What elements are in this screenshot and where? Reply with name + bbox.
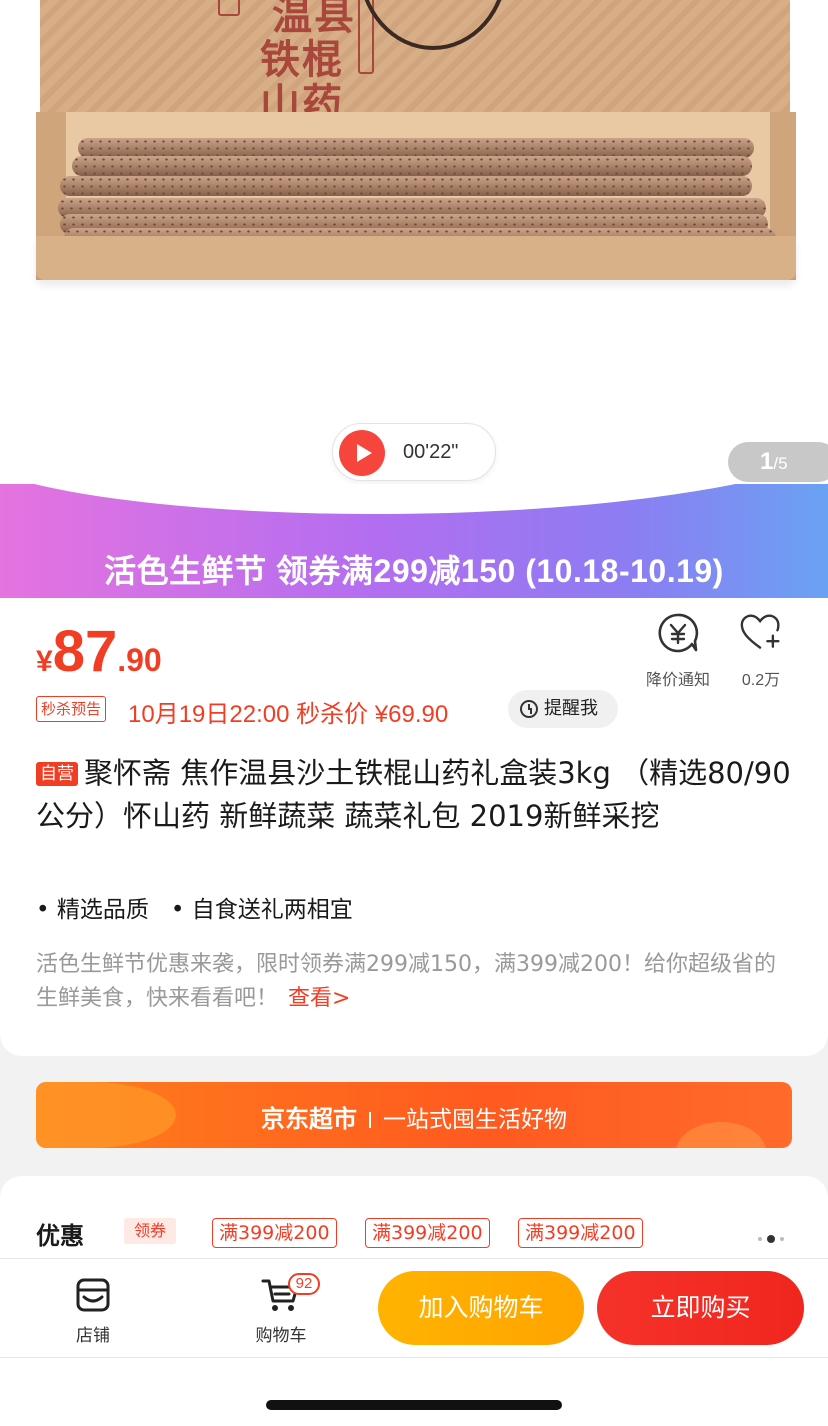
product-title: 自营 聚怀斋 焦作温县沙土铁棍山药礼盒装3kg （精选80/90公分）怀山药 新鲜… (36, 752, 792, 838)
promo-wave-decoration (0, 484, 828, 514)
coupon-chip[interactable]: 满399减200 (518, 1218, 643, 1248)
promo-description-text: 活色生鲜节优惠来袭，限时领券满299减150，满399减200！给你超级省的生鲜… (36, 952, 776, 1011)
offers-title: 优惠 (36, 1222, 84, 1250)
jd-supermarket-brand: 京东超市 (261, 1105, 357, 1133)
coupon-chip[interactable]: 满399减200 (365, 1218, 490, 1248)
price-drop-notify-button[interactable]: 降价通知 (640, 612, 716, 690)
jd-supermarket-banner[interactable]: 京东超市 一站式囤生活好物 (36, 1082, 792, 1148)
video-play-button[interactable]: 00'22" (332, 423, 496, 481)
store-icon (76, 1278, 110, 1312)
price: ¥87.90 (36, 618, 162, 685)
price-decimal: .90 (117, 642, 162, 678)
store-label: 店铺 (76, 1326, 110, 1346)
lid-seal (218, 0, 240, 16)
safe-area (0, 1358, 828, 1426)
feature-item: • 自食送礼两相宜 (170, 897, 353, 923)
product-title-text: 聚怀斋 焦作温县沙土铁棍山药礼盒装3kg （精选80/90公分）怀山药 新鲜蔬菜… (36, 756, 791, 833)
yam-stick (72, 156, 752, 176)
image-counter-current: 1 (760, 448, 774, 475)
view-more-link[interactable]: 查看> (288, 986, 350, 1011)
yen-bell-icon (658, 613, 699, 653)
heart-plus-icon (740, 614, 780, 649)
favorite-count: 0.2万 (741, 672, 781, 689)
more-dots-icon[interactable] (758, 1228, 789, 1247)
divider (369, 1112, 371, 1128)
bottom-action-bar: 店铺 92 购物车 加入购物车 立即购买 (0, 1258, 828, 1358)
video-duration: 00'22" (403, 441, 459, 463)
play-icon (339, 430, 385, 476)
gift-box-front (36, 236, 796, 280)
alarm-clock-icon (520, 700, 538, 718)
flash-sale-preview: 秒杀预告 10月19日22:00 秒杀价 ¥69.90 提醒我 (36, 690, 796, 728)
remind-me-label: 提醒我 (544, 698, 598, 719)
image-counter: 1/5 (728, 442, 828, 482)
yam-stick (60, 176, 752, 196)
self-operated-tag: 自营 (36, 762, 78, 786)
jd-supermarket-slogan: 一站式囤生活好物 (383, 1107, 567, 1133)
price-integer: 87 (52, 619, 118, 684)
coupon-chip[interactable]: 满399减200 (212, 1218, 337, 1248)
promo-description: 活色生鲜节优惠来袭，限时领券满299减150，满399减200！给你超级省的生鲜… (36, 948, 796, 1016)
favorite-button[interactable]: 0.2万 (728, 612, 794, 690)
remind-me-button[interactable]: 提醒我 (508, 690, 618, 728)
cart-tab[interactable]: 92 购物车 (236, 1273, 326, 1346)
image-counter-total: /5 (773, 454, 788, 473)
get-coupon-tag[interactable]: 领券 (124, 1218, 177, 1244)
feature-item: • 精选品质 (36, 897, 149, 923)
lid-lettering: 温县 铁棍 山药 (260, 0, 356, 127)
promo-banner-text: 活色生鲜节 领券满299减150 (10.18-10.19) (104, 553, 724, 589)
cart-count-badge: 92 (288, 1273, 320, 1295)
price-currency: ¥ (36, 645, 53, 678)
product-info-card: ¥87.90 降价通知 0.2万 秒杀预告 10月19日22:00 秒杀价 ¥6… (0, 598, 828, 1056)
cart-label: 购物车 (255, 1326, 307, 1346)
offers-section[interactable]: 优惠 领券 满399减200 满399减200 满399减200 (0, 1176, 828, 1266)
buy-now-button[interactable]: 立即购买 (597, 1271, 804, 1345)
product-image-carousel[interactable]: 温县 铁棍 山药 00'22" 1/5 (0, 0, 828, 484)
feature-list: • 精选品质 • 自食送礼两相宜 (36, 890, 375, 924)
flash-sale-tag: 秒杀预告 (36, 696, 107, 722)
home-indicator[interactable] (266, 1400, 562, 1410)
store-tab[interactable]: 店铺 (48, 1273, 138, 1346)
add-to-cart-button[interactable]: 加入购物车 (378, 1271, 584, 1345)
price-drop-notify-label: 降价通知 (645, 672, 710, 689)
yam-stick (78, 138, 754, 158)
flash-sale-text: 10月19日22:00 秒杀价 ¥69.90 (128, 701, 449, 728)
jd-supermarket-text: 京东超市 一站式囤生活好物 (36, 1099, 792, 1134)
